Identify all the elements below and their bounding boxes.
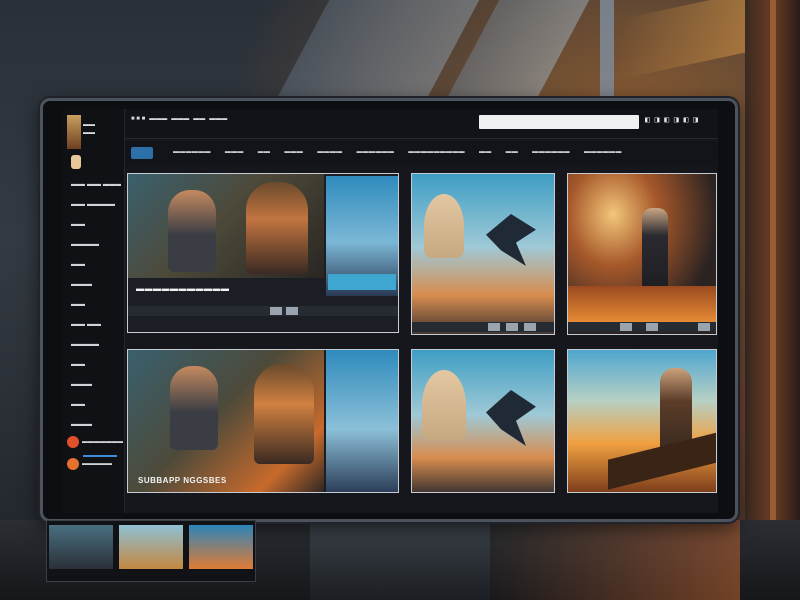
ground-fire — [568, 286, 716, 322]
sidebar-item[interactable]: ▬▬▬ — [69, 275, 121, 295]
sidebar-item[interactable]: ▬▬ — [69, 295, 121, 315]
profile-icon[interactable] — [71, 155, 81, 169]
toolbar-icons: ◧ ◨ ◧ ◨ ◧ ◨ — [645, 115, 698, 124]
character-figure — [422, 370, 466, 440]
screen: ▬▬ ▬▬ ▬▬ ▬▬ ▬▬▬ ▬▬ ▬▬▬▬ ▬▬ ▬▬▬▬ ▬▬ ▬▬▬ ▬… — [63, 109, 718, 513]
wall-light — [770, 0, 776, 600]
thumbnail-strip — [46, 520, 256, 582]
sidebar-footer-label: ▬▬▬▬▬ — [82, 461, 112, 467]
strip-thumb[interactable] — [189, 525, 253, 569]
top-bar: ■ ■ ■ ▬▬▬ ▬▬▬ ▬▬ ▬▬▬ ◧ ◨ ◧ ◨ ◧ ◨ — [125, 109, 718, 139]
media-card[interactable] — [567, 173, 717, 335]
status-dot-icon — [67, 458, 79, 470]
nav-item[interactable]: ▬▬▬▬ — [317, 149, 342, 155]
media-card[interactable] — [411, 173, 555, 335]
thumbnail-image — [326, 350, 398, 492]
logo-text: ▬▬ ▬▬ — [83, 122, 95, 136]
nav-item[interactable]: ▬▬▬▬▬▬ — [584, 149, 622, 155]
card-caption: SUBBAPP NGGSBES — [138, 476, 227, 485]
character-figure — [168, 190, 216, 272]
brand-text: ▬▬▬ — [209, 116, 228, 122]
toolbar-icon[interactable]: ◧ ◨ ◧ ◨ ◧ ◨ — [645, 115, 698, 124]
sidebar-item[interactable]: ▬▬▬▬ — [69, 235, 121, 255]
hero-card-top[interactable]: ▬▬▬▬▬▬▬▬▬▬▬ — [127, 173, 399, 333]
nav-item[interactable]: ▬▬ — [506, 149, 519, 155]
mini-thumb[interactable] — [506, 323, 518, 331]
mini-thumb[interactable] — [646, 323, 658, 331]
mini-thumb[interactable] — [488, 323, 500, 331]
sidebar-item[interactable]: ▬▬▬ — [69, 375, 121, 395]
mini-thumb[interactable] — [620, 323, 632, 331]
sidebar-item[interactable]: ▬▬▬▬ — [69, 335, 121, 355]
media-card[interactable] — [411, 349, 555, 493]
logo-tile — [67, 115, 81, 149]
sidebar-items: ▬▬ ▬▬ ▬▬▬ ▬▬ ▬▬▬▬ ▬▬ ▬▬▬▬ ▬▬ ▬▬▬ ▬▬ ▬▬ ▬… — [69, 175, 121, 435]
nav-item[interactable]: ▬▬ — [479, 149, 492, 155]
card-caption: ▬▬▬▬▬▬▬▬▬▬▬ — [136, 284, 230, 293]
sidebar: ▬▬ ▬▬ ▬▬ ▬▬ ▬▬▬ ▬▬ ▬▬▬▬ ▬▬ ▬▬▬▬ ▬▬ ▬▬▬ ▬… — [63, 109, 125, 513]
nav-item[interactable]: ▬▬▬▬▬▬ — [356, 149, 394, 155]
character-figure — [424, 194, 464, 258]
brand-row: ■ ■ ■ ▬▬▬ ▬▬▬ ▬▬ ▬▬▬ — [131, 116, 227, 122]
sidebar-item[interactable]: ▬▬ — [69, 255, 121, 275]
sidebar-item[interactable]: ▬▬ ▬▬ ▬▬▬ — [69, 175, 121, 195]
search-input[interactable] — [479, 115, 639, 129]
card-controls — [128, 306, 398, 316]
nav-items: ▬▬▬▬▬▬ ▬▬▬ ▬▬ ▬▬▬ ▬▬▬▬ ▬▬▬▬▬▬ ▬▬▬▬▬▬▬▬▬ … — [173, 149, 622, 155]
character-figure — [246, 182, 308, 274]
mini-thumb[interactable] — [698, 323, 710, 331]
character-figure — [170, 366, 218, 450]
sidebar-item[interactable]: ▬▬ — [69, 355, 121, 375]
hero-card-bottom[interactable]: SUBBAPP NGGSBES — [127, 349, 399, 493]
thumbnail-overlay — [328, 274, 396, 290]
media-card[interactable] — [567, 349, 717, 493]
app-logo[interactable]: ▬▬ ▬▬ — [67, 115, 117, 149]
nav-item[interactable]: ▬▬▬▬▬▬ — [532, 149, 570, 155]
nav-item[interactable]: ▬▬▬ — [284, 149, 303, 155]
desk-glow — [480, 520, 740, 600]
nav-item[interactable]: ▬▬ — [258, 149, 271, 155]
sidebar-item[interactable]: ▬▬ ▬▬ — [69, 315, 121, 335]
sidebar-footer-label: ▬▬▬▬▬▬▬ — [81, 439, 123, 445]
brand-text: ▬▬▬ — [171, 116, 190, 122]
nav-item[interactable]: ▬▬▬▬▬▬ — [173, 149, 211, 155]
nav-item[interactable]: ▬▬▬▬▬▬▬▬▬ — [408, 149, 465, 155]
sidebar-item[interactable]: ▬▬ — [69, 395, 121, 415]
monitor: ▬▬ ▬▬ ▬▬ ▬▬ ▬▬▬ ▬▬ ▬▬▬▬ ▬▬ ▬▬▬▬ ▬▬ ▬▬▬ ▬… — [40, 98, 738, 522]
sidebar-footer-item[interactable]: ▬▬▬▬▬▬▬ — [67, 431, 123, 453]
mini-thumb[interactable] — [286, 307, 298, 315]
divider — [83, 455, 117, 457]
strip-thumb[interactable] — [49, 525, 113, 569]
window-pole — [600, 0, 614, 110]
window-panel — [270, 0, 480, 110]
sidebar-footer: ▬▬▬▬▬▬▬ ▬▬▬▬▬ — [67, 431, 123, 475]
mini-thumb[interactable] — [270, 307, 282, 315]
character-figure — [254, 364, 314, 464]
strip-thumb[interactable] — [119, 525, 183, 569]
brand-text: ■ ■ ■ — [131, 116, 146, 122]
nav-bar: ▬▬▬▬▬▬ ▬▬▬ ▬▬ ▬▬▬ ▬▬▬▬ ▬▬▬▬▬▬ ▬▬▬▬▬▬▬▬▬ … — [125, 141, 718, 167]
brand-text: ▬▬ — [193, 116, 206, 122]
menu-toggle-button[interactable] — [131, 147, 153, 159]
monitor-stand — [310, 522, 490, 600]
card-controls — [568, 322, 716, 332]
sidebar-item[interactable]: ▬▬ ▬▬▬▬ — [69, 195, 121, 215]
mini-thumb[interactable] — [524, 323, 536, 331]
status-dot-icon — [67, 436, 79, 448]
brand-text: ▬▬▬ — [149, 116, 168, 122]
nav-item[interactable]: ▬▬▬ — [225, 149, 244, 155]
sidebar-item[interactable]: ▬▬ — [69, 215, 121, 235]
